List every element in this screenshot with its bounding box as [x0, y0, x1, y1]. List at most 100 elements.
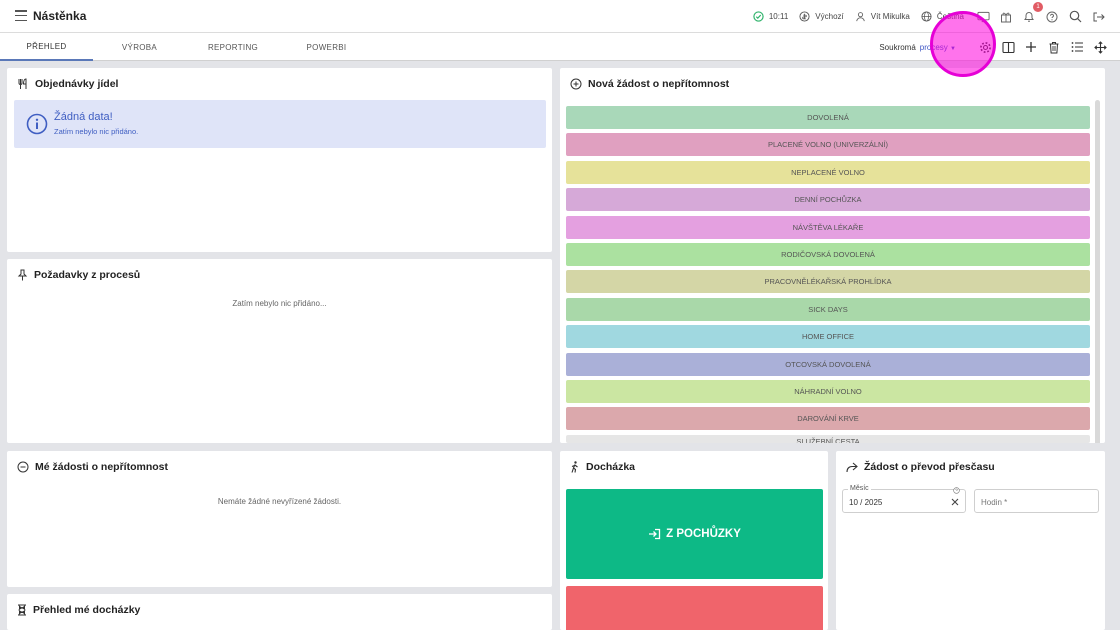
tab-vyroba[interactable]: VÝROBA — [93, 33, 186, 61]
meal-orders-title: Objednávky jídel — [17, 78, 118, 90]
logout-button[interactable] — [1090, 9, 1106, 25]
delete-button[interactable] — [1046, 39, 1062, 55]
move-button[interactable] — [1092, 39, 1108, 55]
hourglass-icon — [18, 604, 26, 616]
gift-icon — [1001, 12, 1011, 22]
search-icon — [1069, 10, 1081, 23]
notification-badge: 1 — [1033, 1, 1043, 12]
mode-selector[interactable]: Výchozí — [799, 11, 844, 22]
visibility-label: Soukromá — [879, 42, 916, 52]
share-arrow-icon — [846, 462, 858, 472]
process-requests-card: Požadavky z procesů Zatím nebylo nic při… — [7, 259, 552, 443]
month-field-label: Měsíc — [848, 485, 871, 492]
overtime-transfer-title: Žádost o převod přesčasu — [846, 461, 995, 473]
settings-button[interactable] — [977, 39, 993, 55]
absence-type-button[interactable]: DAROVÁNÍ KRVE — [566, 407, 1090, 431]
absence-type-button[interactable]: SICK DAYS — [566, 297, 1090, 321]
attendance-title: Docházka — [570, 461, 635, 473]
hours-field-label: Hodin * — [981, 498, 1008, 507]
clock-status[interactable]: 10:11 — [753, 11, 788, 22]
user-name: Vít Mikulka — [870, 12, 910, 21]
columns-icon — [1001, 41, 1015, 53]
new-absence-card: Nová žádost o nepřítomnost DOVOLENÁ PLACE… — [560, 68, 1105, 443]
overtime-transfer-title-text: Žádost o převod přesčasu — [864, 461, 995, 473]
bell-icon — [1024, 12, 1034, 22]
dashboard-tab-bar: PŘEHLED VÝROBA REPORTING POWERBI Soukrom… — [0, 33, 1120, 61]
absence-type-button[interactable]: PLACENÉ VOLNO (UNIVERZÁLNÍ) — [566, 133, 1090, 157]
absence-type-button[interactable]: DOVOLENÁ — [566, 106, 1090, 129]
new-absence-title: Nová žádost o nepřítomnost — [570, 78, 729, 90]
tab-powerbi[interactable]: POWERBI — [280, 33, 373, 61]
absence-type-button[interactable]: NÁVŠTĚVA LÉKAŘE — [566, 215, 1090, 239]
my-absence-empty: Nemáte žádné nevyřízené žádosti. — [217, 497, 342, 506]
secondary-attendance-button[interactable] — [566, 586, 823, 630]
add-widget-button[interactable] — [1023, 39, 1039, 55]
my-absence-title-text: Mé žádosti o nepřítomnost — [35, 461, 169, 473]
return-from-errand-button[interactable]: Z POCHŮZKY — [566, 489, 823, 579]
my-absence-title: Mé žádosti o nepřítomnost — [17, 461, 168, 473]
absence-type-button[interactable]: SLUŽEBNÍ CESTA — [566, 434, 1090, 443]
monitor-icon — [976, 11, 990, 22]
help-small-icon — [953, 487, 960, 494]
tab-prehled[interactable]: PŘEHLED — [0, 33, 93, 61]
list-view-button[interactable] — [1069, 39, 1085, 55]
month-field[interactable]: Měsíc 10 / 2025 — [842, 485, 966, 513]
user-menu[interactable]: Vít Mikulka — [855, 11, 910, 22]
top-bar: Nástěnka 10:11 Výchozí Vít Mikulka Češti… — [0, 0, 1120, 33]
list-icon — [1071, 42, 1083, 52]
hours-field[interactable]: Hodin * — [974, 489, 1099, 513]
minus-circle-icon — [17, 461, 29, 473]
logout-icon — [1093, 12, 1105, 21]
menu-icon[interactable] — [15, 10, 27, 21]
user-icon — [855, 12, 865, 22]
attendance-title-text: Docházka — [586, 461, 636, 473]
absence-type-button[interactable]: PRACOVNĚLÉKAŘSKÁ PROHLÍDKA — [566, 270, 1090, 294]
scope-select[interactable]: procesy ▼ — [920, 43, 956, 52]
absence-type-button[interactable]: NÁHRADNÍ VOLNO — [566, 380, 1090, 403]
absence-type-button[interactable]: HOME OFFICE — [566, 325, 1090, 349]
empty-state-alert: Žádná data! Zatím nebylo nic přidáno. — [14, 100, 546, 148]
move-icon — [1093, 40, 1107, 54]
monitor-button[interactable] — [975, 9, 991, 25]
empty-state-title: Žádná data! — [54, 111, 113, 123]
search-button[interactable] — [1067, 9, 1083, 25]
my-absence-card: Mé žádosti o nepřítomnost Nemáte žádné n… — [7, 451, 552, 587]
attendance-overview-title: Přehled mé docházky — [17, 604, 140, 616]
absence-list-scrollbar[interactable] — [1095, 100, 1100, 443]
chevron-down-icon: ▼ — [950, 45, 956, 52]
help-button[interactable] — [1044, 9, 1060, 25]
tab-reporting[interactable]: REPORTING — [186, 33, 280, 61]
trash-icon — [1049, 41, 1059, 53]
scope-value: procesy — [919, 42, 948, 52]
attendance-overview-card: Přehled mé docházky — [7, 594, 552, 630]
language-selector[interactable]: Čeština — [921, 11, 964, 22]
process-requests-empty: Zatím nebylo nic přidáno... — [232, 299, 327, 308]
currency-icon — [799, 11, 810, 22]
process-requests-title: Požadavky z procesů — [17, 269, 140, 281]
language-label: Čeština — [936, 12, 964, 21]
info-icon — [26, 113, 48, 135]
meal-orders-title-text: Objednávky jídel — [35, 78, 119, 90]
empty-state-text: Zatím nebylo nic přidáno. — [54, 127, 139, 136]
clear-icon[interactable] — [951, 498, 959, 506]
new-absence-title-text: Nová žádost o nepřítomnost — [588, 78, 730, 90]
time-label: 10:11 — [768, 12, 789, 21]
utensils-icon — [18, 78, 27, 89]
check-circle-icon — [753, 11, 764, 22]
meal-orders-card: Objednávky jídel Žádná data! Zatím nebyl… — [7, 68, 552, 252]
attendance-card: Docházka Z POCHŮZKY — [560, 451, 828, 630]
notifications-button[interactable]: 1 — [1021, 1, 1043, 25]
gift-button[interactable] — [998, 9, 1014, 25]
layout-button[interactable] — [1000, 39, 1016, 55]
gear-icon — [979, 41, 991, 53]
plus-circle-icon — [570, 78, 582, 90]
plus-icon — [1026, 42, 1036, 52]
absence-type-button[interactable]: NEPLACENÉ VOLNO — [566, 160, 1090, 184]
absence-type-button[interactable]: RODIČOVSKÁ DOVOLENÁ — [566, 243, 1090, 266]
mode-label: Výchozí — [815, 12, 844, 21]
absence-type-button[interactable]: OTCOVSKÁ DOVOLENÁ — [566, 352, 1090, 376]
month-field-value: 10 / 2025 — [849, 498, 883, 507]
attendance-overview-title-text: Přehled mé docházky — [33, 604, 141, 616]
absence-type-button[interactable]: DENNÍ POCHŮZKA — [566, 188, 1090, 212]
page-title: Nástěnka — [33, 9, 87, 23]
